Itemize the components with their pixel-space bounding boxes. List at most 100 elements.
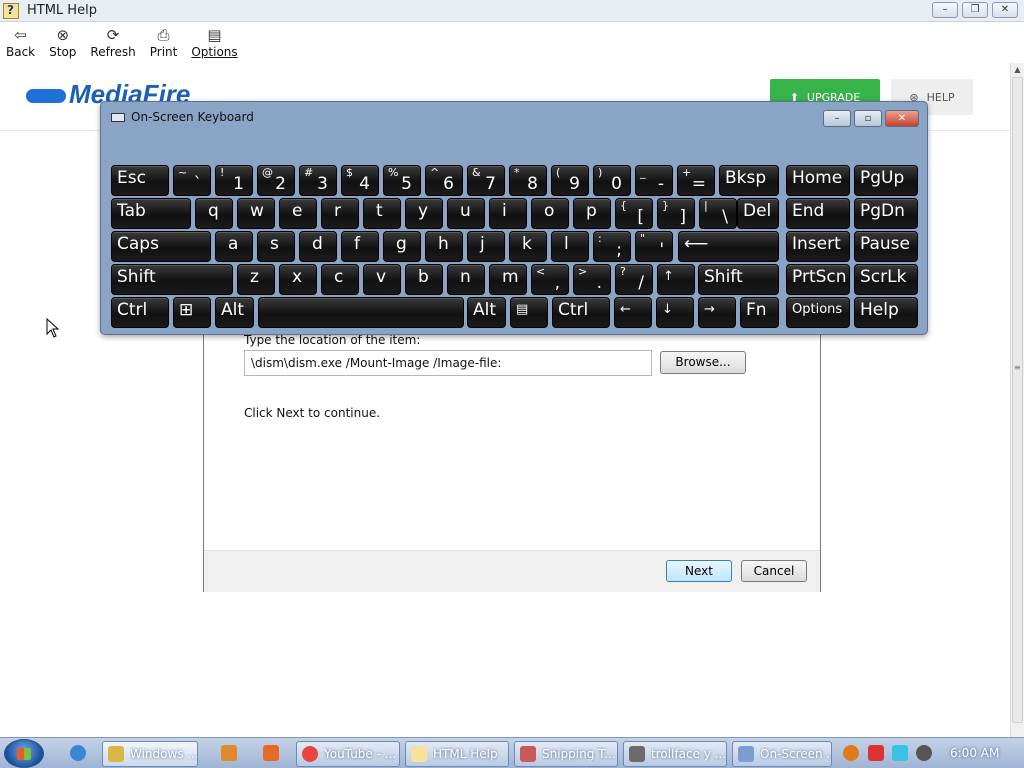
app-icon[interactable] [263,745,279,761]
key-scrlk[interactable]: ScrLk [854,264,918,295]
key-a[interactable]: a [215,231,253,262]
key-end[interactable]: End [786,198,850,229]
volume-icon[interactable] [916,745,932,761]
key-8[interactable]: * 8 [509,165,547,196]
key-ctrl-left[interactable]: Ctrl [111,297,169,328]
key-0[interactable]: ) 0 [593,165,631,196]
key-fn[interactable]: Fn [740,297,779,328]
key-w[interactable]: w [237,198,275,229]
key-alt-right[interactable]: Alt [467,297,506,328]
location-input[interactable]: \dism\dism.exe /Mount-Image /Image-file: [244,350,652,376]
key-9[interactable]: (9 [551,165,589,196]
key-b[interactable]: b [405,264,443,295]
key-=[interactable]: + = [677,165,715,196]
key-g[interactable]: g [383,231,421,262]
clock[interactable]: 6:00 AM [950,746,999,760]
key-j[interactable]: j [467,231,505,262]
key-windows[interactable]: ⊞ [173,297,211,328]
key-help[interactable]: Help [854,297,918,328]
key-symbol-0[interactable]: {[ [615,198,653,229]
key-l[interactable]: l [551,231,589,262]
key-del[interactable]: Del [737,198,779,229]
key-options[interactable]: Options [786,297,850,328]
key-t[interactable]: t [363,198,401,229]
key-up-arrow[interactable]: ↑ [657,264,695,295]
key-enter[interactable]: ⟵ [678,231,779,262]
task-snipping-tool[interactable]: Snipping T... [514,741,618,767]
key-i[interactable]: i [489,198,527,229]
key-h[interactable]: h [425,231,463,262]
key-p[interactable]: p [573,198,611,229]
key-f[interactable]: f [341,231,379,262]
key-space[interactable] [258,297,464,328]
key-v[interactable]: v [363,264,401,295]
key-alt-left[interactable]: Alt [215,297,254,328]
start-button[interactable] [4,739,44,768]
browse-button[interactable]: Browse... [660,351,746,374]
key-2[interactable]: @2 [257,165,295,196]
print-button[interactable]: ⎙ Print [150,23,178,63]
search-icon[interactable] [843,745,859,761]
network-icon[interactable] [892,745,908,761]
key-r[interactable]: r [321,198,359,229]
task-windows[interactable]: Windows ... [102,741,198,767]
key-7[interactable]: & 7 [467,165,505,196]
maximize-button[interactable]: ❐ [962,2,988,18]
task-trollface[interactable]: trollface y ... [623,741,727,767]
key-shift-left[interactable]: Shift [111,264,233,295]
key-`[interactable]: ~ ` [173,165,211,196]
key-bksp[interactable]: Bksp [719,165,779,196]
key-n[interactable]: n [447,264,485,295]
close-button[interactable]: ✕ [992,2,1018,18]
key-symbol-1[interactable]: }] [657,198,695,229]
flag-icon[interactable] [868,745,884,761]
key-symbol-z-1[interactable]: >. [573,264,611,295]
scroll-up-arrow-icon[interactable]: ▲ [1011,63,1024,77]
stop-button[interactable]: ⊗ Stop [49,23,76,63]
key-shift-right[interactable]: Shift [698,264,779,295]
key-e[interactable]: e [279,198,317,229]
media-player-icon[interactable] [221,745,237,761]
refresh-button[interactable]: ⟳ Refresh [90,23,135,63]
key--[interactable]: _ - [635,165,673,196]
cancel-button[interactable]: Cancel [741,560,807,582]
key-5[interactable]: % 5 [383,165,421,196]
options-button[interactable]: ▤ Options [191,23,237,63]
minimize-button[interactable]: – [932,2,958,18]
key-x[interactable]: x [279,264,317,295]
key-q[interactable]: q [195,198,233,229]
key-caps[interactable]: Caps [111,231,211,262]
osk-close-button[interactable]: ✕ [885,110,919,127]
key-y[interactable]: y [405,198,443,229]
scroll-thumb[interactable] [1012,77,1023,723]
key-ctrl-right[interactable]: Ctrl [552,297,610,328]
key-tab[interactable]: Tab [111,198,191,229]
key-pgup[interactable]: PgUp [854,165,918,196]
task-html-help[interactable]: HTML Help [405,741,509,767]
key-1[interactable]: ! 1 [215,165,253,196]
key-home[interactable]: Home [786,165,850,196]
osk-maximize-button[interactable]: ▫ [854,110,882,127]
back-button[interactable]: ⇦ Back [6,23,35,63]
key-esc[interactable]: Esc [111,165,169,196]
key-right-arrow[interactable]: → [698,297,736,328]
key-z[interactable]: z [237,264,275,295]
key-4[interactable]: $4 [341,165,379,196]
key-pause[interactable]: Pause [854,231,918,262]
key-o[interactable]: o [531,198,569,229]
key-symbol-a-0[interactable]: :; [593,231,631,262]
key-prtscn[interactable]: PrtScn [786,264,850,295]
key-k[interactable]: k [509,231,547,262]
key-6[interactable]: ^ 6 [425,165,463,196]
key-down-arrow[interactable]: ↓ [656,297,694,328]
key-symbol-z-0[interactable]: <, [531,264,569,295]
internet-explorer-icon[interactable] [70,745,86,761]
key-menu[interactable]: ▤ [510,297,548,328]
key-m[interactable]: m [489,264,527,295]
key-left-arrow[interactable]: ← [614,297,652,328]
key-s[interactable]: s [257,231,295,262]
key-symbol-a-1[interactable]: " ' [635,231,673,262]
key-symbol-z-2[interactable]: ? / [615,264,653,295]
key-pgdn[interactable]: PgDn [854,198,918,229]
key-insert[interactable]: Insert [786,231,850,262]
